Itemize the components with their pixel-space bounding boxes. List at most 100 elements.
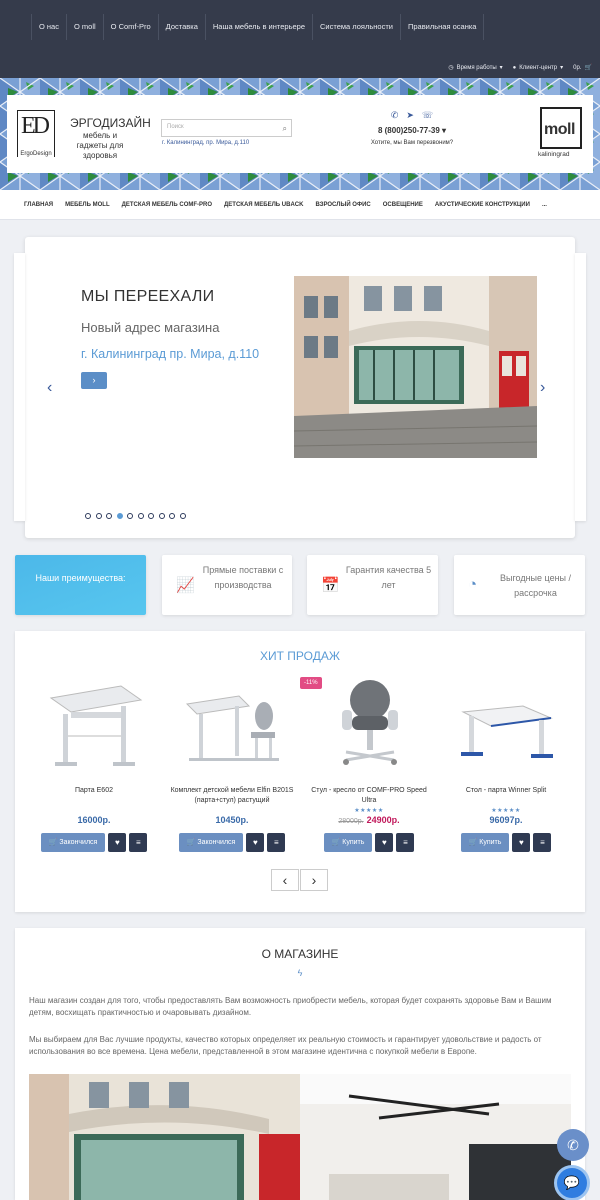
slide-address: г. Калининград пр. Мира, д.110 — [81, 347, 260, 361]
slide-subtitle: Новый адрес магазина — [81, 320, 220, 335]
slider-dot[interactable] — [137, 513, 144, 519]
favorite-button[interactable]: ♥ — [108, 833, 127, 852]
buy-button[interactable]: 🛒 Купить — [460, 833, 510, 852]
chat-widget-button[interactable]: 💬 — [554, 1165, 590, 1200]
cart-icon: 🛒 — [186, 839, 198, 846]
moll-logo-subtitle: kaliningrad — [538, 151, 570, 158]
sold-out-button[interactable]: 🛒 Закончился — [178, 833, 244, 852]
topnav-comfpro[interactable]: О Comf-Pro — [104, 14, 159, 40]
slider-next-button[interactable]: › — [540, 379, 545, 397]
chevron-right-icon: › — [311, 872, 317, 888]
slider-dot[interactable] — [169, 513, 175, 519]
moll-logo[interactable]: moll — [540, 107, 582, 149]
topnav-moll[interactable]: О moll — [67, 14, 104, 40]
topnav-interior[interactable]: Наша мебель в интерьере — [206, 14, 314, 40]
nav-acoustic[interactable]: АКУСТИЧЕСКИЕ КОНСТРУКЦИИ — [429, 202, 536, 208]
client-center-dropdown[interactable]: ● Клиент-центр ▾ — [512, 64, 564, 72]
store-address[interactable]: г. Калининград, пр. Мира, д.110 — [162, 140, 249, 146]
slider-dot[interactable] — [127, 513, 133, 519]
advantage-card: ◔ Выгодные цены / рассрочка — [454, 555, 585, 615]
sliders-icon: ≡ — [540, 838, 545, 847]
nav-office[interactable]: ВЗРОСЛЫЙ ОФИС — [309, 202, 376, 208]
nav-comfpro[interactable]: ДЕТСКАЯ МЕБЕЛЬ COMF-PRO — [116, 202, 218, 208]
nav-lighting[interactable]: ОСВЕЩЕНИЕ — [377, 202, 429, 208]
advantages-heading-card: Наши преимущества: — [15, 555, 146, 615]
slider-prev-button[interactable]: ‹ — [47, 379, 52, 397]
callback-link[interactable]: Хотите, мы Вам перезвоним? — [370, 140, 454, 146]
about-photos — [29, 1074, 571, 1200]
product-name[interactable]: Парта E602 — [29, 786, 159, 796]
prev-page-button[interactable]: ‹ — [271, 869, 299, 891]
topnav-about[interactable]: О нас — [31, 14, 67, 40]
sliders-icon: ≡ — [273, 838, 279, 847]
slider-dot[interactable] — [148, 513, 154, 519]
compare-button[interactable]: ≡ — [396, 833, 415, 852]
product-image[interactable] — [316, 676, 422, 772]
about-paragraph: Наш магазин создан для того, чтобы предо… — [29, 996, 552, 1017]
ergodesign-logo[interactable]: ED ErgoDesign — [17, 110, 55, 157]
search-input[interactable]: Поиск ⌕ — [161, 119, 292, 137]
chart-line-icon: 📈 — [176, 577, 195, 594]
slider-dot[interactable] — [106, 513, 112, 519]
slider-dot[interactable] — [95, 513, 102, 519]
phone-icon: ✆ — [567, 1137, 579, 1153]
slider-dot-active[interactable] — [116, 513, 123, 519]
user-icon: ● — [512, 64, 517, 71]
sold-out-button[interactable]: 🛒 Закончился — [40, 833, 106, 852]
caret-down-icon: ▾ — [499, 65, 503, 71]
favorite-button[interactable]: ♥ — [512, 833, 531, 852]
topnav-posture[interactable]: Правильная осанка — [401, 14, 485, 40]
favorite-button[interactable]: ♥ — [375, 833, 394, 852]
topnav-delivery[interactable]: Доставка — [159, 14, 206, 40]
next-page-button[interactable]: › — [300, 869, 328, 891]
cart-link[interactable]: 0р. 🛒 — [573, 64, 592, 72]
search-icon[interactable]: ⌕ — [283, 124, 287, 134]
slider-dot[interactable] — [179, 513, 186, 519]
slider-dot[interactable] — [85, 513, 91, 519]
buy-button[interactable]: 🛒 Купить — [323, 833, 373, 852]
nav-uback[interactable]: ДЕТСКАЯ МЕБЕЛЬ UBACK — [218, 202, 309, 208]
carousel-pagination: ‹ › — [271, 869, 328, 891]
phone-number[interactable]: 8 (800)250-77-39 ▾ — [370, 126, 454, 135]
section-title: ХИТ ПРОДАЖ — [260, 649, 340, 663]
hours-dropdown[interactable]: ◷ Время работы ▾ — [448, 64, 503, 72]
top-bar: О нас О moll О Comf-Pro Доставка Наша ме… — [0, 0, 600, 78]
product-image[interactable] — [41, 676, 147, 772]
sliders-icon: ≡ — [403, 838, 408, 847]
callback-widget-button[interactable]: ✆ — [557, 1129, 589, 1161]
chat-icon: 💬 — [563, 1175, 581, 1190]
product-name[interactable]: Комплект детской мебели Elfin B201S (пар… — [167, 786, 297, 806]
calendar-check-icon: 📅 — [321, 577, 340, 594]
telegram-icon[interactable]: ➤ — [406, 110, 414, 121]
heart-icon: ♥ — [519, 838, 524, 847]
rating-stars: ★★★★★ — [354, 808, 384, 814]
main-nav: ГЛАВНАЯ МЕБЕЛЬ MOLL ДЕТСКАЯ МЕБЕЛЬ COMF-… — [0, 190, 600, 220]
slide-title: МЫ ПЕРЕЕХАЛИ — [81, 288, 215, 305]
whatsapp-icon[interactable]: ✆ — [391, 110, 399, 121]
nav-home[interactable]: ГЛАВНАЯ — [18, 202, 59, 208]
advantages-heading: Наши преимущества: — [35, 573, 126, 583]
brand-tagline: мебель и гаджеты для здоровья — [76, 131, 124, 160]
sliders-icon: ≡ — [135, 838, 141, 847]
compare-button[interactable]: ≡ — [533, 833, 552, 852]
product-name[interactable]: Стол - парта Winner Split — [441, 786, 571, 796]
nav-more[interactable]: ... — [536, 202, 553, 208]
cart-icon: 🛒 — [468, 839, 480, 846]
phone-icon[interactable]: ☏ — [422, 110, 433, 121]
product-image[interactable] — [179, 676, 285, 772]
slider-dot[interactable] — [158, 513, 165, 519]
nav-moll[interactable]: МЕБЕЛЬ MOLL — [59, 202, 116, 208]
cart-icon: 🛒 — [584, 65, 592, 71]
compare-button[interactable]: ≡ — [129, 833, 148, 852]
product-price: 28000р. 24900р. — [304, 815, 434, 825]
chevron-right-icon: › — [92, 375, 96, 385]
advantage-label: Выгодные цены / рассрочка — [499, 573, 572, 598]
topnav-loyalty[interactable]: Система лояльности — [313, 14, 401, 40]
slide-more-button[interactable]: › — [81, 372, 107, 389]
product-image[interactable] — [453, 676, 559, 772]
compare-button[interactable]: ≡ — [267, 833, 286, 852]
product-price: 10450р. — [215, 815, 249, 825]
favorite-button[interactable]: ♥ — [246, 833, 265, 852]
product-name[interactable]: Стул - кресло от COMF-PRO Speed Ultra — [304, 786, 434, 806]
bestsellers-section: ХИТ ПРОДАЖ Парта E602 16000р. 🛒 Закончил… — [15, 631, 585, 912]
